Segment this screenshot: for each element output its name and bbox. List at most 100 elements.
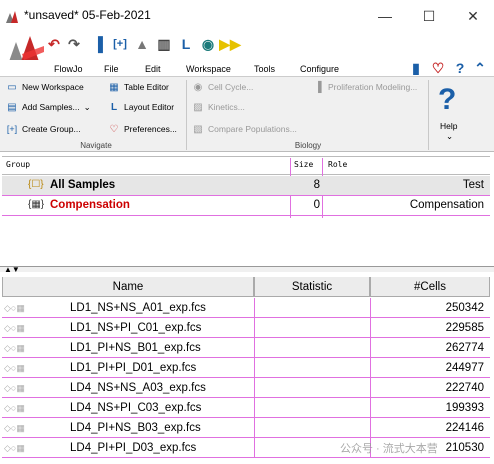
create-group-label: Create Group...	[22, 124, 81, 134]
menu-file[interactable]: File	[104, 64, 119, 74]
column-divider	[254, 358, 255, 378]
column-divider	[370, 318, 371, 338]
sample-cell-count: 244977	[445, 362, 484, 374]
name-column-header[interactable]: Name	[2, 277, 254, 297]
minimize-button[interactable]: —	[370, 6, 400, 26]
sample-row[interactable]: ◇○▦ LD1_PI+PI_D01_exp.fcs 244977	[2, 358, 490, 378]
sample-cell-count: 250342	[445, 302, 484, 314]
maximize-button[interactable]: ☐	[414, 6, 444, 26]
layout-icon[interactable]: ▥	[156, 36, 172, 52]
sample-statistic	[258, 358, 366, 378]
size-column-header[interactable]: Size	[294, 160, 313, 169]
bookmark-icon[interactable]: ▮	[408, 60, 424, 76]
kinetics-button[interactable]: ▨ Kinetics...	[192, 101, 245, 113]
groups-header-divider	[2, 174, 490, 175]
column-divider	[370, 298, 371, 318]
add-samples-icon: ▤	[7, 101, 17, 113]
help-label[interactable]: Help	[440, 121, 457, 131]
menu-workspace[interactable]: Workspace	[186, 64, 231, 74]
sample-status-icon: ◇○▦	[4, 303, 25, 313]
navigate-group-label: Navigate	[80, 141, 112, 150]
cells-column-header[interactable]: #Cells	[370, 277, 490, 297]
compare-populations-label: Compare Populations...	[208, 124, 297, 134]
sample-row[interactable]: ◇○▦ LD4_NS+NS_A03_exp.fcs 222740	[2, 378, 490, 398]
sample-row[interactable]: ◇○▦ LD4_NS+PI_C03_exp.fcs 199393	[2, 398, 490, 418]
create-group-icon: [+]	[6, 124, 18, 134]
cell-cycle-button[interactable]: ◉ Cell Cycle...	[192, 81, 254, 93]
group-size: 0	[313, 199, 320, 211]
group-row-all-samples[interactable]: {☐} All Samples 8 Test	[2, 176, 490, 196]
sample-row[interactable]: ◇○▦ LD1_NS+NS_A01_exp.fcs 250342	[2, 298, 490, 318]
column-divider	[370, 418, 371, 438]
layout-editor-icon[interactable]: L	[178, 36, 194, 52]
proliferation-button[interactable]: ▐ Proliferation Modeling...	[312, 81, 417, 93]
layout-editor-button[interactable]: L Layout Editor	[108, 101, 174, 113]
help-small-icon[interactable]: ?	[452, 60, 468, 76]
column-divider	[370, 378, 371, 398]
splitter-arrows-icon[interactable]: ▲▼	[4, 265, 20, 274]
sample-statistic	[258, 418, 366, 438]
sample-cell-count: 224146	[445, 422, 484, 434]
sample-status-icon: ◇○▦	[4, 363, 25, 373]
play-icon[interactable]: ▶▶	[219, 36, 241, 52]
menu-tools[interactable]: Tools	[254, 64, 275, 74]
menu-configure[interactable]: Configure	[300, 64, 339, 74]
sample-name: LD4_PI+PI_D03_exp.fcs	[70, 442, 197, 454]
column-divider	[370, 358, 371, 378]
preferences-label: Preferences...	[124, 124, 177, 134]
group-column-header[interactable]: Group	[6, 160, 30, 169]
chevron-down-icon[interactable]: ⌄	[446, 131, 453, 142]
sample-row[interactable]: ◇○▦ LD4_PI+NS_B03_exp.fcs 224146	[2, 418, 490, 438]
sample-status-icon: ◇○▦	[4, 323, 25, 333]
window-title: *unsaved* 05-Feb-2021	[24, 8, 151, 22]
proliferation-icon: ▐	[314, 81, 322, 93]
sample-row[interactable]: ◇○▦ LD1_NS+PI_C01_exp.fcs 229585	[2, 318, 490, 338]
pane-splitter[interactable]: ▲▼	[0, 265, 494, 274]
column-divider	[254, 438, 255, 458]
statistic-column-header[interactable]: Statistic	[254, 277, 370, 297]
new-workspace-icon: ▭	[7, 81, 17, 93]
close-button[interactable]: ✕	[458, 6, 488, 26]
group-name: All Samples	[50, 179, 116, 191]
biology-group-label: Biology	[294, 141, 322, 150]
layout-editor-label: Layout Editor	[124, 102, 175, 112]
group-folder-icon: {☐}	[28, 179, 44, 190]
sample-statistic	[258, 318, 366, 338]
sample-row[interactable]: ◇○▦ LD1_PI+NS_B01_exp.fcs 262774	[2, 338, 490, 358]
proliferation-label: Proliferation Modeling...	[328, 82, 418, 92]
table-editor-icon: ▦	[109, 81, 119, 93]
sample-name: LD1_NS+PI_C01_exp.fcs	[70, 322, 202, 334]
column-divider	[370, 338, 371, 358]
sample-name: LD1_NS+NS_A01_exp.fcs	[70, 302, 206, 314]
column-divider	[254, 318, 255, 338]
add-group-icon[interactable]: [+]	[112, 36, 128, 52]
cell-cycle-icon[interactable]: ◉	[200, 36, 216, 52]
table-editor-button[interactable]: ▦ Table Editor	[108, 81, 169, 93]
menu-edit[interactable]: Edit	[145, 64, 161, 74]
preferences-button[interactable]: ♡ Preferences...	[108, 123, 177, 135]
sample-cell-count: 199393	[445, 402, 484, 414]
sample-status-icon: ◇○▦	[4, 383, 25, 393]
compare-populations-button[interactable]: ▧ Compare Populations...	[192, 123, 297, 135]
sample-name: LD4_PI+NS_B03_exp.fcs	[70, 422, 201, 434]
kinetics-label: Kinetics...	[208, 102, 245, 112]
menu-flowjo[interactable]: FlowJo	[54, 64, 83, 74]
histogram-icon[interactable]: ▲	[134, 36, 150, 52]
ribbon-separator	[186, 80, 187, 150]
workspace-icon[interactable]: ▐	[90, 36, 106, 52]
new-workspace-button[interactable]: ▭ New Workspace	[6, 81, 83, 93]
layout-editor-icon: L	[110, 101, 118, 113]
sample-cell-count: 222740	[445, 382, 484, 394]
undo-icon[interactable]: ↶	[46, 36, 62, 52]
sample-name: LD4_NS+PI_C03_exp.fcs	[70, 402, 202, 414]
collapse-ribbon-icon[interactable]: ⌃	[472, 60, 488, 76]
sample-cell-count: 229585	[445, 322, 484, 334]
redo-icon[interactable]: ↷	[66, 36, 82, 52]
help-icon[interactable]: ?	[438, 83, 456, 117]
heart-icon[interactable]: ♡	[430, 60, 446, 76]
add-samples-button[interactable]: ▤ Add Samples... ⌄	[6, 101, 91, 113]
create-group-button[interactable]: [+] Create Group...	[6, 123, 81, 135]
sample-statistic	[258, 398, 366, 418]
role-column-header[interactable]: Role	[328, 160, 347, 169]
group-row-compensation[interactable]: {▦} Compensation 0 Compensation	[2, 196, 490, 216]
